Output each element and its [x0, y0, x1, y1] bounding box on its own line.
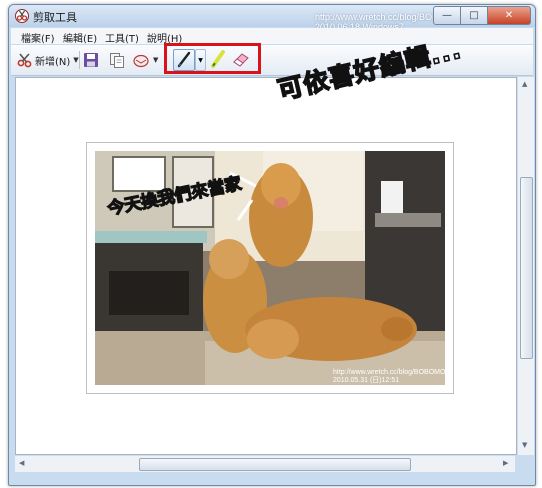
- title-bar[interactable]: 剪取工具 http://www.wretch.cc/blog/BOBOMOM 2…: [9, 5, 535, 32]
- menu-tools[interactable]: 工具(T): [105, 30, 139, 45]
- menu-edit[interactable]: 編輯(E): [63, 30, 97, 45]
- scroll-right-arrow-icon[interactable]: ▶: [503, 459, 508, 467]
- window-title: 剪取工具: [33, 11, 77, 24]
- copy-button[interactable]: [109, 50, 125, 70]
- scissors-icon: [17, 53, 32, 68]
- new-snip-button[interactable]: 新增(N) ▼: [17, 50, 79, 70]
- send-dropdown-arrow-icon[interactable]: ▼: [153, 56, 158, 64]
- new-dropdown-arrow-icon[interactable]: ▼: [73, 56, 78, 64]
- pen-strokes: [229, 171, 257, 221]
- vertical-scrollbar[interactable]: ▲ ▼: [517, 77, 534, 455]
- close-button[interactable]: ✕: [488, 6, 531, 25]
- edit-tools-highlight: [164, 43, 261, 74]
- maximize-button[interactable]: □: [461, 6, 488, 25]
- caption-buttons: — □ ✕: [433, 6, 531, 25]
- horizontal-scrollbar[interactable]: ◀ ▶: [15, 455, 515, 472]
- pen-stroke-2: [236, 199, 254, 221]
- scroll-up-arrow-icon[interactable]: ▲: [522, 80, 527, 88]
- save-icon: [84, 53, 98, 67]
- snipping-tool-window: 剪取工具 http://www.wretch.cc/blog/BOBOMOM 2…: [8, 4, 536, 486]
- minimize-button[interactable]: —: [433, 6, 461, 25]
- snip-canvas[interactable]: http://www.wretch.cc/blog/BOBOMOM 2010.0…: [15, 77, 517, 455]
- toolbar-separator: [79, 51, 80, 69]
- send-snip-button[interactable]: ▼: [133, 50, 158, 70]
- scissors-app-icon: [15, 9, 29, 23]
- vertical-scroll-thumb[interactable]: [520, 177, 533, 359]
- copy-icon: [110, 53, 124, 68]
- save-button[interactable]: [83, 50, 99, 70]
- scroll-left-arrow-icon[interactable]: ◀: [19, 459, 24, 467]
- horizontal-scroll-thumb[interactable]: [139, 458, 411, 471]
- new-snip-label: 新增(N): [35, 56, 71, 68]
- email-icon: [133, 54, 149, 68]
- menu-file[interactable]: 檔案(F): [21, 30, 55, 45]
- scroll-down-arrow-icon[interactable]: ▼: [522, 441, 527, 449]
